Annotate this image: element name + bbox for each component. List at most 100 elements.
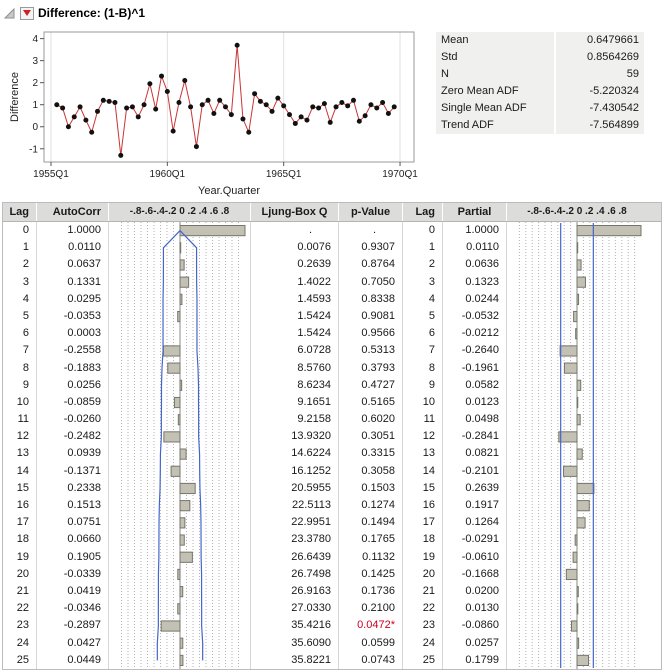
disclosure-triangle-icon[interactable] (3, 7, 16, 20)
autocorr-cell: -0.0859 (37, 394, 108, 411)
p-value-cell: 0.1736 (339, 583, 402, 600)
p-value-cell: 0.0599 (339, 635, 402, 652)
stat-label: Zero Mean ADF (436, 83, 554, 100)
lag2-cell: 0 (403, 222, 442, 239)
ljung-box-cell: 23.3780 (251, 531, 338, 548)
lag2-cell: 12 (403, 428, 442, 445)
ljung-box-cell: 0.2639 (251, 256, 338, 273)
autocorr-cell: -0.0346 (37, 600, 108, 617)
ljung-box-cell: 13.9320 (251, 428, 338, 445)
p-value-cell: 0.9307 (339, 239, 402, 256)
stats-row: Zero Mean ADF-5.220324 (436, 83, 644, 100)
lag2-cell: 11 (403, 411, 442, 428)
column-header-acf-axis: -.8-.6-.4-.2 0 .2 .4 .6 .8 (109, 203, 251, 221)
stat-value: 0.6479661 (556, 32, 644, 49)
ljung-box-cell: 1.4022 (251, 274, 338, 291)
autocorr-cell: -0.1371 (37, 463, 108, 480)
lag-cell: 3 (3, 274, 36, 291)
lag-cell: 21 (3, 583, 36, 600)
ljung-box-cell: 26.6439 (251, 549, 338, 566)
top-section: -1012341955Q11960Q11965Q11970Q1Differenc… (0, 24, 665, 200)
autocorr-cell: -0.2558 (37, 342, 108, 359)
partial-cell: 0.2639 (443, 480, 506, 497)
autocorr-cell: 0.2338 (37, 480, 108, 497)
partial-cell: -0.2841 (443, 428, 506, 445)
autocorr-cell: -0.0260 (37, 411, 108, 428)
partial-cell: 0.1799 (443, 652, 506, 669)
autocorr-cell: 0.0427 (37, 635, 108, 652)
autocorr-cell: 1.0000 (37, 222, 108, 239)
partial-cell: 0.0123 (443, 394, 506, 411)
partial-cell: -0.0212 (443, 325, 506, 342)
column-header-partial: Partial (443, 203, 507, 221)
autocorr-cell: -0.2897 (37, 617, 108, 634)
lag-cell: 17 (3, 514, 36, 531)
ljung-box-cell: 20.5955 (251, 480, 338, 497)
lag2-cell: 10 (403, 394, 442, 411)
p-value-cell: 0.2100 (339, 600, 402, 617)
partial-cell: 0.0821 (443, 445, 506, 462)
lag2-cell: 22 (403, 600, 442, 617)
p-value-cell: 0.9081 (339, 308, 402, 325)
red-triangle-menu-icon[interactable] (20, 7, 34, 20)
p-value-cell: 0.1132 (339, 549, 402, 566)
time-series-chart: -1012341955Q11960Q11965Q11970Q1Differenc… (6, 24, 426, 200)
lag2-cell: 19 (403, 549, 442, 566)
stats-row: N59 (436, 66, 644, 83)
stat-value: -7.564899 (556, 117, 644, 134)
table-header-row: Lag AutoCorr -.8-.6-.4-.2 0 .2 .4 .6 .8 … (3, 203, 661, 222)
autocorr-cell: 0.0939 (37, 445, 108, 462)
svg-text:1965Q1: 1965Q1 (266, 169, 302, 180)
partial-cell: 0.0582 (443, 377, 506, 394)
autocorr-cell: 0.1905 (37, 549, 108, 566)
p-value-cell: 0.5313 (339, 342, 402, 359)
p-value-cell: 0.3315 (339, 445, 402, 462)
svg-text:0: 0 (32, 122, 38, 133)
lag2-cell: 21 (403, 583, 442, 600)
stat-label: Mean (436, 32, 554, 49)
autocorr-cell: 0.0110 (37, 239, 108, 256)
lag2-cell: 9 (403, 377, 442, 394)
lag-cell: 16 (3, 497, 36, 514)
ljung-box-column: .0.00760.26391.40221.45931.54241.54246.0… (251, 222, 339, 669)
svg-text:1955Q1: 1955Q1 (33, 169, 69, 180)
ljung-box-cell: 1.5424 (251, 325, 338, 342)
lag-cell: 24 (3, 635, 36, 652)
p-value-cell: 0.1765 (339, 531, 402, 548)
svg-text:1970Q1: 1970Q1 (382, 169, 418, 180)
autocorr-cell: 0.1331 (37, 274, 108, 291)
lag-cell: 12 (3, 428, 36, 445)
autocorr-cell: -0.0339 (37, 566, 108, 583)
lag2-cell: 16 (403, 497, 442, 514)
partial-cell: -0.1668 (443, 566, 506, 583)
lag-cell: 11 (3, 411, 36, 428)
lag2-cell: 7 (403, 342, 442, 359)
ljung-box-cell: 0.0076 (251, 239, 338, 256)
p-value-cell: 0.9566 (339, 325, 402, 342)
ljung-box-cell: 9.1651 (251, 394, 338, 411)
lag2-cell: 3 (403, 274, 442, 291)
ljung-box-cell: 8.6234 (251, 377, 338, 394)
ljung-box-cell: 35.6090 (251, 635, 338, 652)
partial-cell: -0.2101 (443, 463, 506, 480)
ljung-box-cell: 22.9951 (251, 514, 338, 531)
lag-cell: 2 (3, 256, 36, 273)
ljung-box-cell: 14.6224 (251, 445, 338, 462)
partial-cell: -0.0291 (443, 531, 506, 548)
pacf-bar-chart (507, 222, 647, 669)
lag-cell: 22 (3, 600, 36, 617)
partial-cell: 0.0110 (443, 239, 506, 256)
autocorr-cell: 0.0751 (37, 514, 108, 531)
lag2-cell: 17 (403, 514, 442, 531)
partial-cell: 0.0257 (443, 635, 506, 652)
lag2-cell: 8 (403, 360, 442, 377)
svg-text:2: 2 (32, 78, 38, 89)
p-value-cell: 0.8338 (339, 291, 402, 308)
p-value-column: .0.93070.87640.70500.83380.90810.95660.5… (339, 222, 403, 669)
partial-cell: 0.0244 (443, 291, 506, 308)
lag2-cell: 14 (403, 463, 442, 480)
autocorr-cell: -0.0353 (37, 308, 108, 325)
p-value-cell: 0.1274 (339, 497, 402, 514)
lag2-cell: 13 (403, 445, 442, 462)
svg-text:1960Q1: 1960Q1 (150, 169, 186, 180)
